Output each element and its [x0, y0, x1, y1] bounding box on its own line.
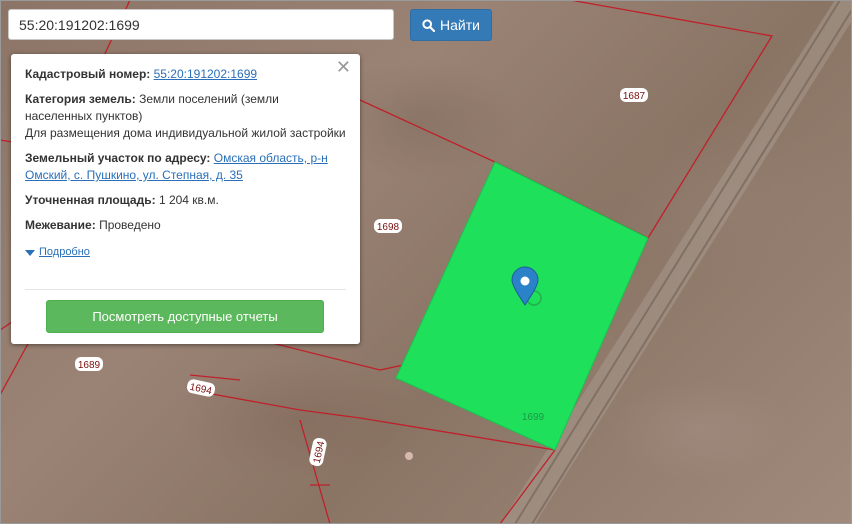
parcel-boundary: [299, 419, 331, 524]
parcel-label: 1687: [620, 88, 648, 102]
parcel-label: 1694: [309, 437, 327, 467]
search-button[interactable]: Найти: [410, 9, 492, 41]
parcel-label-text: 1687: [623, 91, 646, 102]
category-label: Категория земель:: [25, 92, 136, 106]
parcel-label: 1698: [374, 219, 402, 233]
parcel-info-popup: ✕ Кадастровый номер: 55:20:191202:1699 К…: [11, 54, 360, 344]
cadastral-row: Кадастровый номер: 55:20:191202:1699: [25, 66, 346, 83]
cadastral-search-input[interactable]: 55:20:191202:1699: [8, 9, 394, 40]
area-row: Уточненная площадь: 1 204 кв.м.: [25, 192, 346, 209]
address-label: Земельный участок по адресу:: [25, 151, 211, 165]
selected-parcel[interactable]: [395, 161, 649, 451]
parcel-label-text: 1689: [78, 360, 101, 371]
survey-value: Проведено: [99, 218, 161, 232]
details-toggle[interactable]: Подробно: [25, 244, 346, 261]
area-label: Уточненная площадь:: [25, 193, 156, 207]
cadastral-number-link[interactable]: 55:20:191202:1699: [154, 67, 257, 81]
usage-value: Для размещения дома индивидуальной жилой…: [25, 126, 346, 140]
address-row: Земельный участок по адресу: Омская обла…: [25, 150, 346, 184]
area-value: 1 204 кв.м.: [158, 193, 219, 207]
view-reports-button[interactable]: Посмотреть доступные отчеты: [46, 300, 324, 333]
survey-label: Межевание:: [25, 218, 96, 232]
parcel-label: 1694: [186, 379, 216, 397]
map-dot: [405, 452, 413, 460]
close-icon[interactable]: ✕: [336, 58, 351, 76]
search-icon: [422, 18, 436, 32]
search-button-label: Найти: [440, 17, 480, 33]
caret-down-icon: [25, 249, 35, 256]
parcel-label: 1689: [75, 357, 103, 371]
parcel-boundary: [189, 374, 241, 381]
parcel-label-text: 1698: [377, 222, 400, 233]
details-link[interactable]: Подробно: [39, 244, 90, 261]
category-row: Категория земель: Земли поселений (земли…: [25, 91, 346, 142]
parcel-boundary: [0, 339, 31, 396]
divider: [25, 289, 346, 290]
survey-row: Межевание: Проведено: [25, 217, 346, 234]
selected-parcel-label: 1699: [522, 412, 545, 423]
cadastral-label: Кадастровый номер:: [25, 67, 151, 81]
